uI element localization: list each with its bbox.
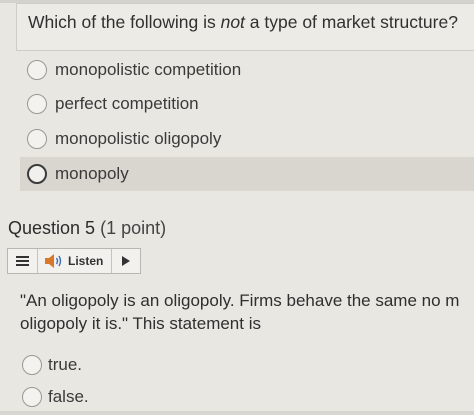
play-button[interactable] xyxy=(112,249,140,273)
points-label: (1 point) xyxy=(100,218,167,238)
bottom-divider xyxy=(0,411,474,415)
option-label: monopolistic competition xyxy=(55,60,242,79)
option-label: monopoly xyxy=(55,164,129,183)
radio-button[interactable] xyxy=(27,129,47,149)
listen-label: Listen xyxy=(68,254,104,268)
play-icon xyxy=(122,256,130,266)
radio-button[interactable] xyxy=(27,94,47,114)
radio-button[interactable] xyxy=(22,387,42,407)
option-label: monopolistic oligopoly xyxy=(55,129,222,148)
option-label: perfect competition xyxy=(55,94,199,113)
option-label: true. xyxy=(48,355,83,374)
listen-button[interactable]: Listen xyxy=(38,249,112,273)
q4-option-monopolistic-competition[interactable]: monopolistic competition xyxy=(20,53,474,87)
question-5-statement-line-1: "An oligopoly is an oligopoly. Firms beh… xyxy=(20,291,460,310)
q5-option-false[interactable]: false. xyxy=(22,387,89,407)
question-5-statement-line-2: oligopoly it is." This statement is xyxy=(20,314,261,333)
read-aloud-toolbar: Listen xyxy=(7,248,141,274)
radio-button[interactable] xyxy=(27,164,47,184)
radio-button[interactable] xyxy=(27,60,47,80)
q5-option-true[interactable]: true. xyxy=(22,355,82,375)
question-5-title: Question 5 (1 point) xyxy=(8,218,167,238)
radio-button[interactable] xyxy=(22,355,42,375)
question-4-prompt: Which of the following is not a type of … xyxy=(28,12,458,32)
q4-option-monopoly[interactable]: monopoly xyxy=(20,157,474,191)
option-label: false. xyxy=(48,387,89,406)
speaker-icon xyxy=(45,254,62,268)
q4-option-perfect-competition[interactable]: perfect competition xyxy=(20,87,474,121)
q4-option-monopolistic-oligopoly[interactable]: monopolistic oligopoly xyxy=(20,122,474,156)
hamburger-menu-icon[interactable] xyxy=(8,249,38,273)
